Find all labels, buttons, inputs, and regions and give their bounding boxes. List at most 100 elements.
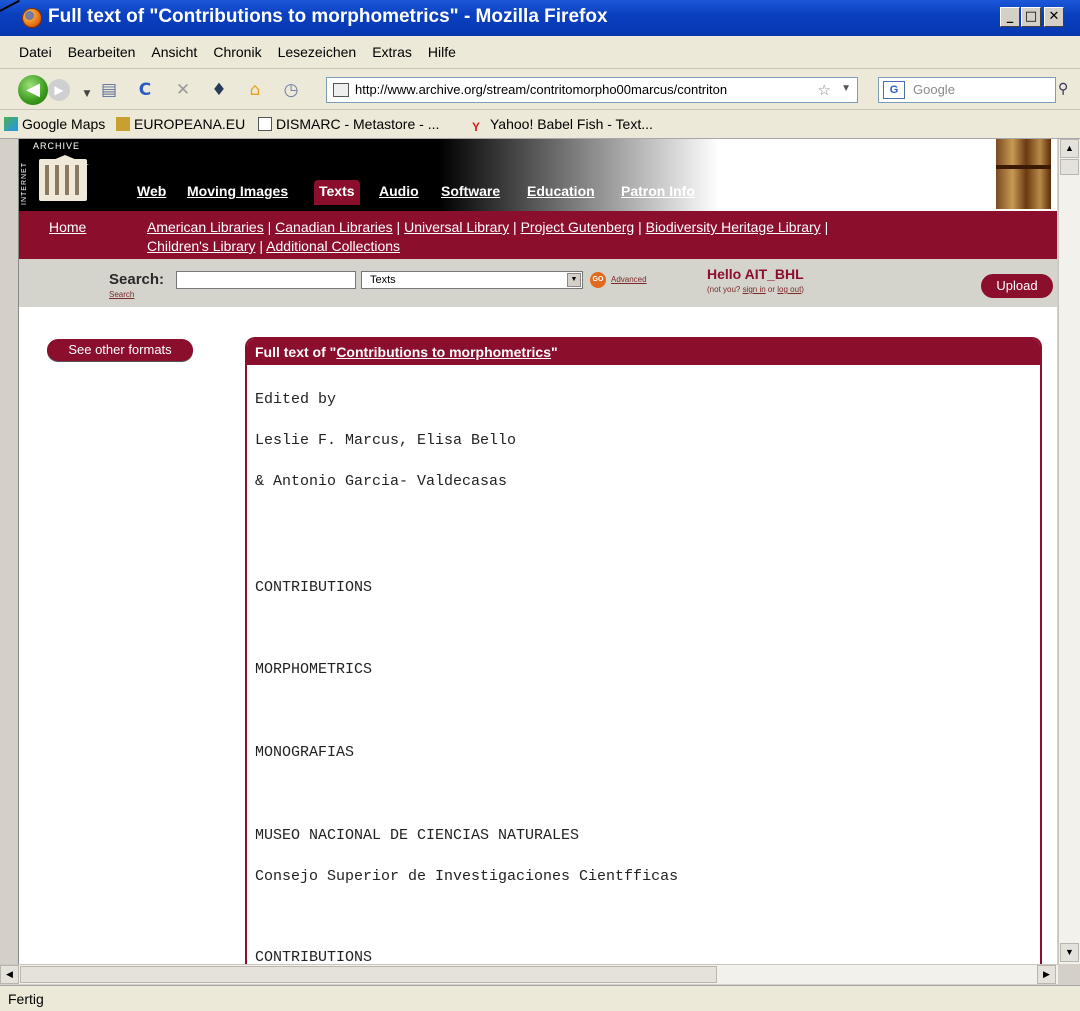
internet-archive-logo[interactable]: INTERNET ARCHIVE [19, 139, 97, 211]
bookmark-google-maps[interactable]: Google Maps [4, 116, 105, 132]
google-engine-icon[interactable]: G [883, 81, 905, 99]
temple-column-icon [75, 165, 79, 195]
bookmark-europeana[interactable]: EUROPEANA.EU [116, 116, 245, 132]
scroll-up-icon[interactable]: ▲ [1060, 139, 1079, 158]
vertical-scrollbar[interactable]: ▲ ▼ [1058, 139, 1080, 964]
tab-patron-info[interactable]: Patron Info [621, 183, 695, 199]
menu-chronik[interactable]: Chronik [206, 36, 268, 60]
fulltext-line: Consejo Superior de Investigaciones Cien… [255, 868, 679, 885]
tab-audio[interactable]: Audio [379, 183, 419, 199]
print-icon[interactable]: ▤ [98, 79, 120, 101]
navigation-toolbar: ◀ ▶ ▼ ▤ C ✕ ♦ ⌂ ◷ http://www.archive.org… [0, 69, 1080, 110]
chevron-down-icon[interactable]: ▼ [567, 273, 581, 287]
page-icon [258, 117, 272, 131]
vertical-scroll-thumb[interactable] [1060, 159, 1079, 175]
menu-lesezeichen[interactable]: Lesezeichen [271, 36, 364, 60]
see-other-formats-button[interactable]: See other formats [47, 339, 193, 361]
books-image [996, 139, 1051, 209]
scroll-right-icon[interactable]: ▶ [1037, 965, 1056, 984]
menu-hilfe[interactable]: Hilfe [421, 36, 463, 60]
sign-in-link[interactable]: sign in [743, 285, 766, 294]
fulltext-line: Leslie F. Marcus, Elisa Bello [255, 432, 517, 449]
horizontal-scroll-thumb[interactable] [20, 966, 717, 983]
not-you-text: (not you? sign in or log out) [707, 285, 804, 294]
address-bar[interactable]: http://www.archive.org/stream/contritomo… [326, 77, 858, 103]
window-title: Full text of "Contributions to morphomet… [48, 6, 608, 27]
search-box[interactable]: G Google [878, 77, 1056, 103]
fulltext-header: Full text of "Contributions to morphomet… [247, 339, 1040, 365]
search-icon[interactable]: ⚲ [1058, 81, 1068, 97]
fulltext-suffix: " [550, 344, 558, 360]
menu-extras[interactable]: Extras [365, 36, 419, 60]
tab-texts[interactable]: Texts [314, 180, 360, 205]
bookmark-icon[interactable]: ♦ [208, 79, 230, 101]
collections-row-2: Children's Library | Additional Collecti… [147, 238, 401, 254]
bookmark-label: Yahoo! Babel Fish - Text... [490, 116, 653, 132]
bookmark-dismarc[interactable]: DISMARC - Metastore - ... [258, 116, 439, 132]
search-small-link[interactable]: Search [109, 290, 134, 299]
link-additional-collections[interactable]: Additional Collections [266, 238, 400, 254]
media-type-select[interactable]: Texts ▼ [361, 271, 583, 289]
menu-bearbeiten[interactable]: Bearbeiten [61, 36, 143, 60]
search-label: Search: [109, 271, 165, 288]
ia-header: INTERNET ARCHIVE Web Moving Images Texts… [19, 139, 1057, 211]
maps-icon [4, 117, 18, 131]
close-button[interactable]: ✕ [1044, 7, 1064, 27]
fulltext-line: & Antonio Garcia- Valdecasas [255, 473, 508, 490]
collections-row-1: American Libraries | Canadian Libraries … [147, 219, 829, 235]
fulltext-line: MUSEO NACIONAL DE CIENCIAS NATURALES [255, 827, 580, 844]
minimize-button[interactable]: _ [1000, 7, 1020, 27]
scroll-left-icon[interactable]: ◀ [0, 965, 19, 984]
hello-user: Hello AIT_BHL [707, 266, 804, 282]
logo-top-text: ARCHIVE [33, 141, 81, 151]
go-button[interactable]: GO [590, 272, 606, 288]
tab-education[interactable]: Education [527, 183, 595, 199]
menu-datei[interactable]: Datei [12, 36, 59, 60]
ia-search-input[interactable] [176, 271, 356, 289]
link-project-gutenberg[interactable]: Project Gutenberg [521, 219, 635, 235]
search-placeholder: Google [913, 82, 955, 97]
advanced-search-link[interactable]: Advanced [611, 275, 647, 284]
statusbar: Fertig [0, 985, 1080, 1011]
page-favicon-icon [333, 83, 349, 97]
back-button[interactable]: ◀ [18, 75, 48, 105]
not-you-prefix: (not you? [707, 285, 743, 294]
or-text: or [765, 285, 778, 294]
menu-ansicht[interactable]: Ansicht [144, 36, 204, 60]
stop-icon[interactable]: ✕ [172, 79, 194, 101]
mouse-pointer-icon [0, 0, 20, 12]
temple-column-icon [45, 165, 49, 195]
home-icon[interactable]: ⌂ [244, 79, 266, 101]
fulltext-line: MONOGRAFIAS [255, 744, 355, 761]
link-biodiversity-heritage-library[interactable]: Biodiversity Heritage Library [646, 219, 821, 235]
star-icon[interactable]: ☆ [818, 81, 831, 99]
scroll-down-icon[interactable]: ▼ [1060, 943, 1079, 962]
fulltext-prefix: Full text of " [255, 344, 337, 360]
tab-software[interactable]: Software [441, 183, 500, 199]
link-american-libraries[interactable]: American Libraries [147, 219, 264, 235]
bookmark-yahoo-babelfish[interactable]: Y Yahoo! Babel Fish - Text... [472, 116, 653, 134]
horizontal-scrollbar[interactable]: ◀ ▶ [0, 964, 1058, 984]
menubar: Datei Bearbeiten Ansicht Chronik Lesezeichen… [0, 36, 1080, 69]
history-dropdown-icon[interactable]: ▼ [76, 83, 98, 105]
link-universal-library[interactable]: Universal Library [404, 219, 509, 235]
url-dropdown-icon[interactable]: ▼ [841, 83, 851, 94]
europeana-icon [116, 117, 130, 131]
temple-column-icon [65, 165, 69, 195]
reload-icon[interactable]: C [134, 79, 156, 101]
fulltext-line: CONTRIBUTIONS [255, 949, 373, 964]
forward-button[interactable]: ▶ [48, 79, 70, 101]
window-titlebar[interactable]: Full text of "Contributions to morphomet… [0, 0, 1080, 37]
fulltext-line: CONTRIBUTIONS [255, 579, 373, 596]
tab-web[interactable]: Web [137, 183, 166, 199]
fulltext-title-link[interactable]: Contributions to morphometrics [336, 344, 551, 360]
maximize-button[interactable]: □ [1021, 7, 1041, 27]
log-out-link[interactable]: log out [777, 285, 801, 294]
clock-icon[interactable]: ◷ [280, 79, 302, 101]
link-canadian-libraries[interactable]: Canadian Libraries [275, 219, 393, 235]
tab-moving-images[interactable]: Moving Images [187, 183, 288, 199]
home-link[interactable]: Home [49, 219, 86, 235]
link-childrens-library[interactable]: Children's Library [147, 238, 256, 254]
upload-button[interactable]: Upload [981, 274, 1053, 298]
firefox-logo-icon [22, 8, 42, 28]
